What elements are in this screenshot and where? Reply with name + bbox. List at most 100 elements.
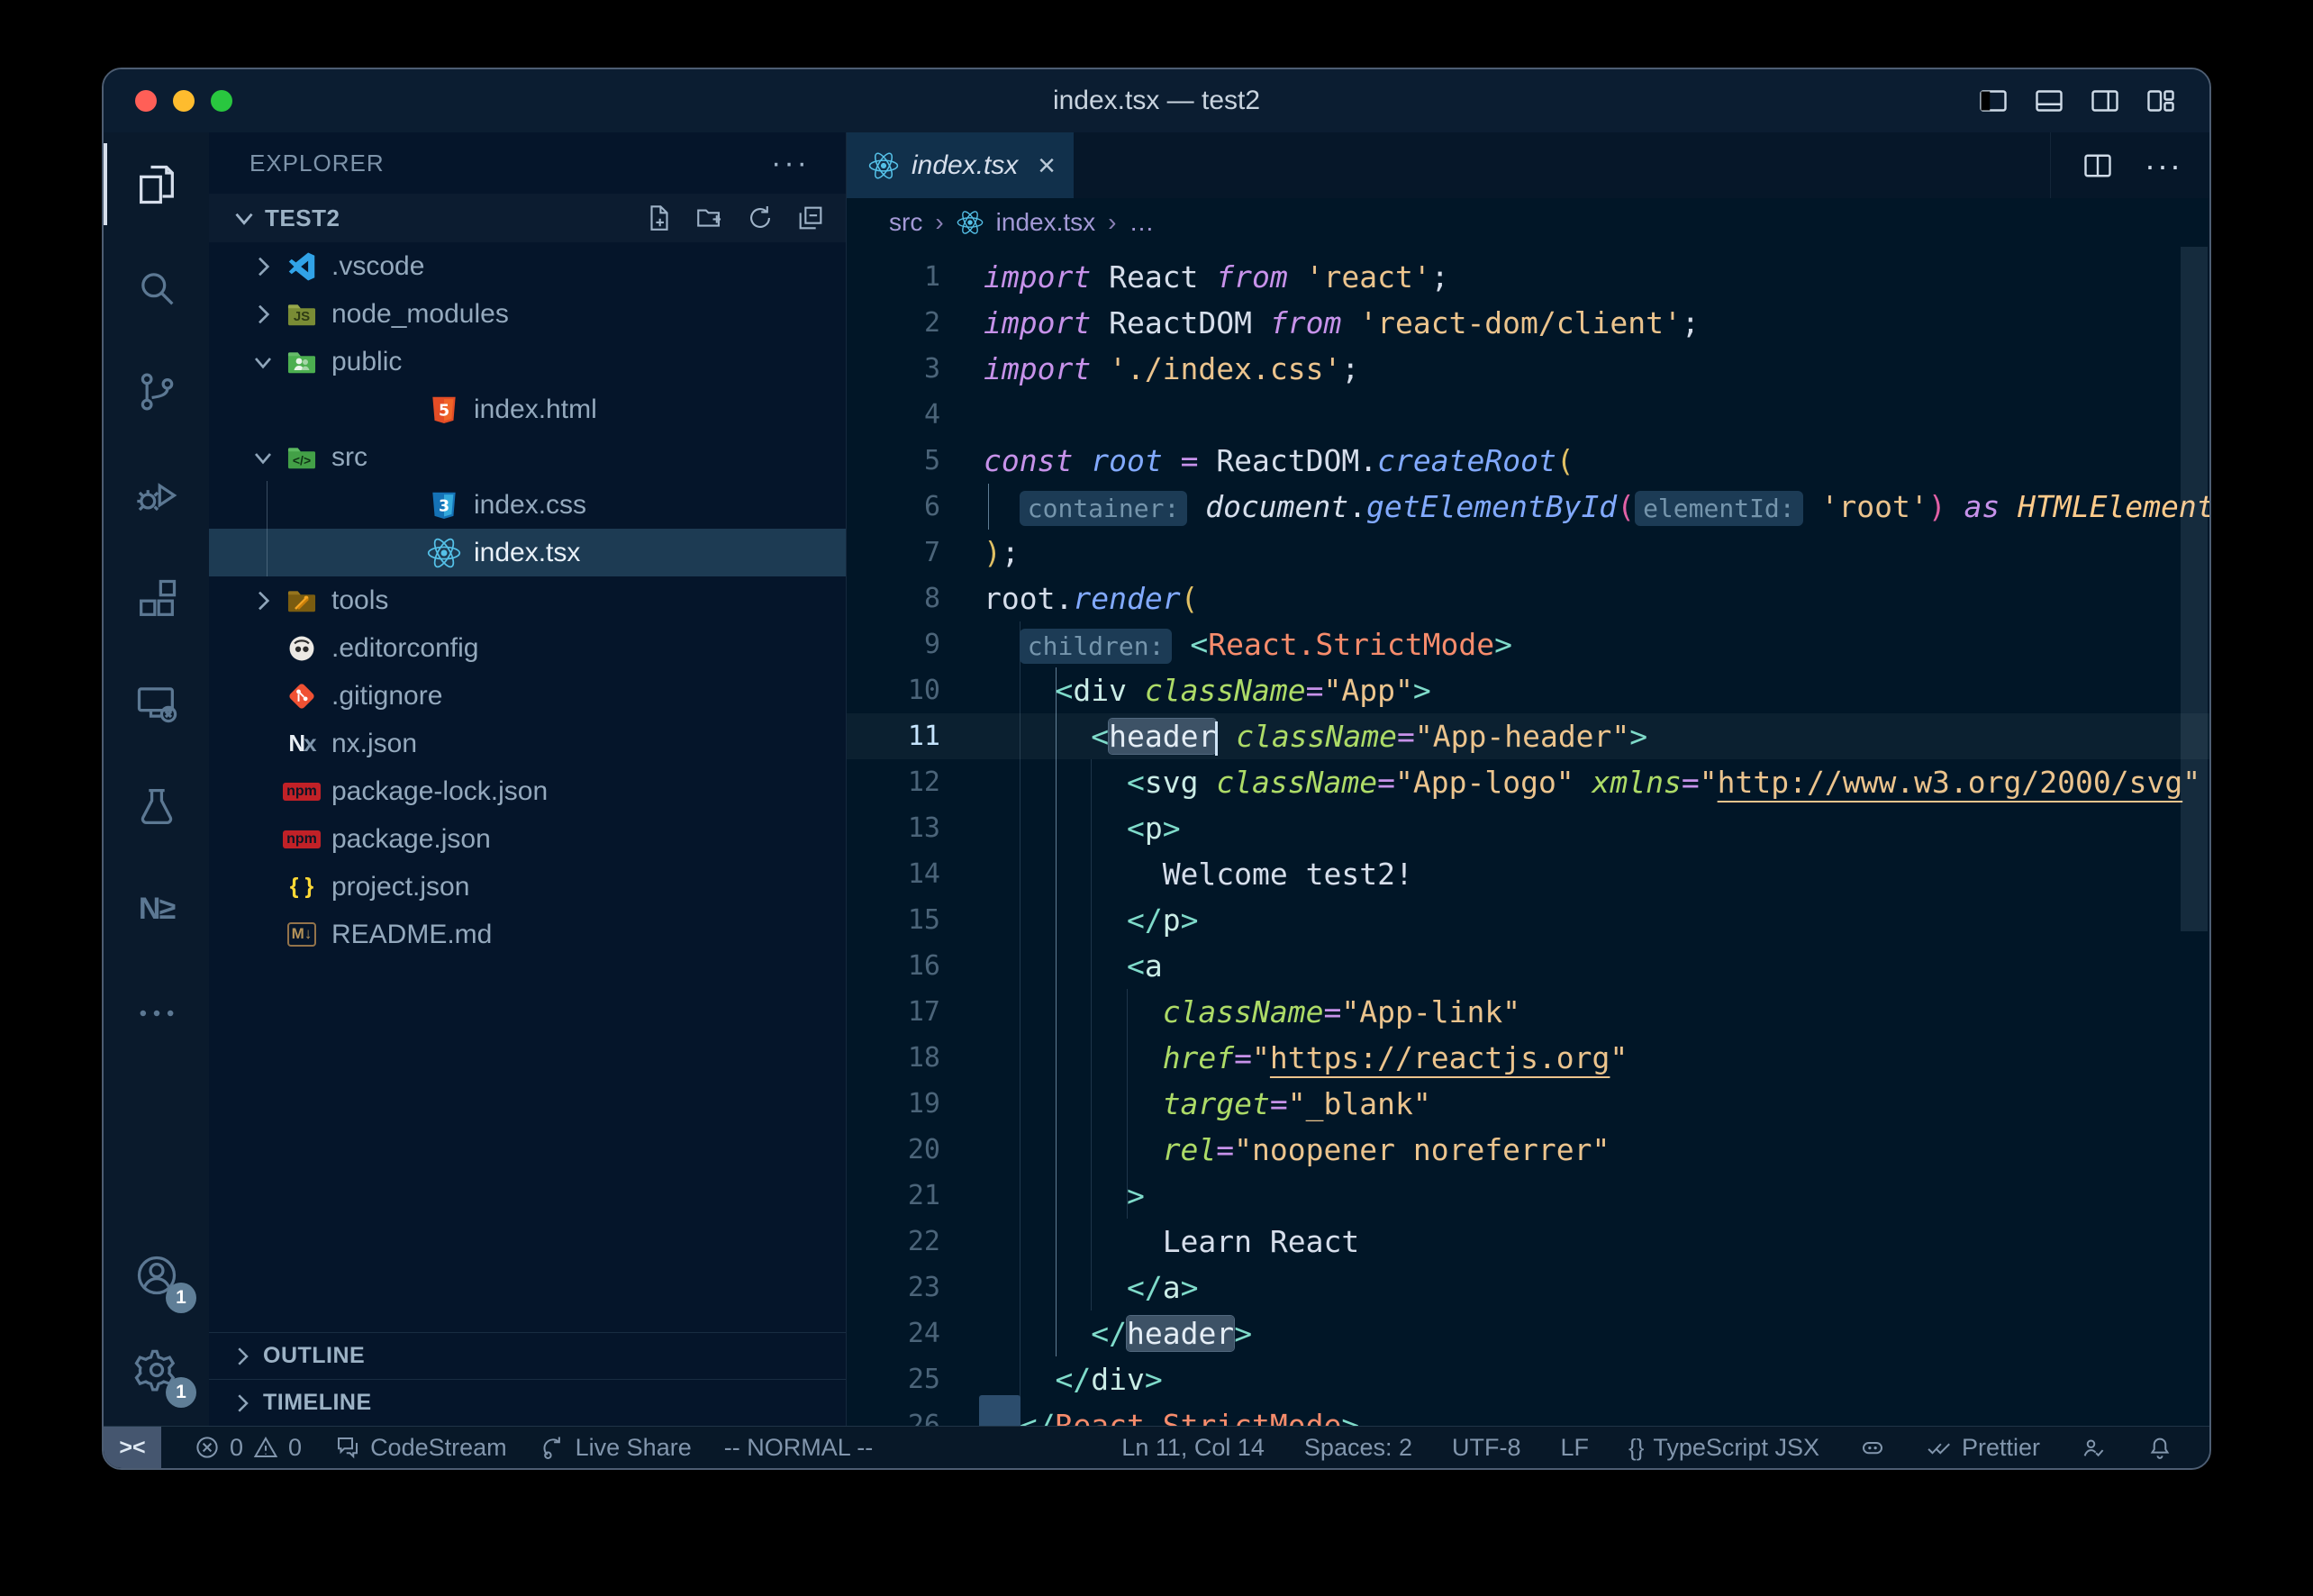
toggle-panel-icon[interactable] xyxy=(2033,85,2065,117)
toggle-sidebar-icon[interactable] xyxy=(1977,85,2009,117)
activity-bar-item-search[interactable] xyxy=(104,236,209,340)
code-line-1[interactable]: 1import React from 'react'; xyxy=(847,254,2209,300)
code-line-22[interactable]: 22 Learn React xyxy=(847,1219,2209,1265)
tree-item-readme-md[interactable]: M↓README.md xyxy=(209,911,846,958)
explorer-more-actions-icon[interactable]: ··· xyxy=(771,146,810,181)
code-line-4[interactable]: 4 xyxy=(847,392,2209,438)
tree-item-label: tools xyxy=(331,585,388,616)
title-bar[interactable]: index.tsx — test2 xyxy=(104,69,2209,132)
code-line-26[interactable]: 26 </React.StrictMode> xyxy=(847,1402,2209,1426)
live-share-status[interactable]: Live Share xyxy=(540,1434,692,1462)
activity-bar-item-extensions[interactable] xyxy=(104,547,209,650)
close-tab-icon[interactable]: × xyxy=(1038,150,1056,181)
tree-item-public[interactable]: public xyxy=(209,338,846,385)
notifications-status[interactable] xyxy=(2146,1434,2173,1461)
activity-bar-item-more-views[interactable] xyxy=(104,961,209,1065)
code-line-21[interactable]: 21 > xyxy=(847,1173,2209,1219)
activity-bar-item-source-control[interactable] xyxy=(104,340,209,443)
code-line-11[interactable]: 11 <header className="App-header"> xyxy=(847,713,2209,759)
code-line-17[interactable]: 17 className="App-link" xyxy=(847,989,2209,1035)
split-editor-icon[interactable] xyxy=(2082,150,2114,182)
tree-item-index-html[interactable]: 5index.html xyxy=(209,385,846,433)
code-line-14[interactable]: 14 Welcome test2! xyxy=(847,851,2209,897)
tree-item-index-tsx[interactable]: index.tsx xyxy=(209,529,846,576)
close-window-button[interactable] xyxy=(135,90,157,112)
tree-item-index-css[interactable]: 3index.css xyxy=(209,481,846,529)
project-section-header[interactable]: TEST2 xyxy=(209,194,846,242)
activity-bar-item-remote-explorer[interactable] xyxy=(104,650,209,754)
folder-tools-file-icon xyxy=(285,584,319,618)
accessibility-status[interactable] xyxy=(2080,1434,2107,1461)
tree-item-project-json[interactable]: { }project.json xyxy=(209,863,846,911)
code-text: href="https://reactjs.org" xyxy=(984,1035,1628,1081)
tree-item--editorconfig[interactable]: .editorconfig xyxy=(209,624,846,672)
code-line-25[interactable]: 25 </div> xyxy=(847,1356,2209,1402)
codestream-status[interactable]: CodeStream xyxy=(334,1434,507,1462)
code-line-8[interactable]: 8root.render( xyxy=(847,576,2209,621)
copilot-status[interactable] xyxy=(1859,1434,1886,1461)
code-line-7[interactable]: 7); xyxy=(847,530,2209,576)
code-line-19[interactable]: 19 target="_blank" xyxy=(847,1081,2209,1127)
tree-item-package-json[interactable]: npmpackage.json xyxy=(209,815,846,863)
tree-item-nx-json[interactable]: Nxnx.json xyxy=(209,720,846,767)
refresh-icon[interactable] xyxy=(745,203,776,233)
activity-bar-item-explorer[interactable] xyxy=(104,132,209,236)
maximize-window-button[interactable] xyxy=(211,90,232,112)
code-line-18[interactable]: 18 href="https://reactjs.org" xyxy=(847,1035,2209,1081)
toggle-secondary-sidebar-icon[interactable] xyxy=(2089,85,2121,117)
editor-more-actions-icon[interactable]: ··· xyxy=(2145,147,2182,185)
code-line-13[interactable]: 13 <p> xyxy=(847,805,2209,851)
language-mode[interactable]: {} TypeScript JSX xyxy=(1628,1434,1819,1462)
tree-item-package-lock-json[interactable]: npmpackage-lock.json xyxy=(209,767,846,815)
line-number: 23 xyxy=(847,1265,940,1310)
activity-bar-item-accounts[interactable]: 1 xyxy=(104,1228,209,1322)
breadcrumb-symbol[interactable]: … xyxy=(1129,208,1154,237)
line-number: 4 xyxy=(847,392,940,438)
editor-scrollbar[interactable] xyxy=(2181,247,2208,931)
tree-item-tools[interactable]: tools xyxy=(209,576,846,624)
code-line-16[interactable]: 16 <a xyxy=(847,943,2209,989)
code-line-12[interactable]: 12 <svg className="App-logo" xmlns="http… xyxy=(847,759,2209,805)
code-line-24[interactable]: 24 </header> xyxy=(847,1310,2209,1356)
code-line-15[interactable]: 15 </p> xyxy=(847,897,2209,943)
code-line-23[interactable]: 23 </a> xyxy=(847,1265,2209,1310)
customize-layout-icon[interactable] xyxy=(2145,85,2177,117)
breadcrumb-folder[interactable]: src xyxy=(889,208,922,237)
outline-section[interactable]: OUTLINE xyxy=(209,1332,846,1379)
tab-index-tsx[interactable]: index.tsx × xyxy=(847,132,1074,198)
code-line-6[interactable]: 6 container: document.getElementById(ele… xyxy=(847,484,2209,530)
tree-item-src[interactable]: </>src xyxy=(209,433,846,481)
activity-bar-item-testing[interactable] xyxy=(104,754,209,857)
code-editor[interactable]: 1import React from 'react';2import React… xyxy=(847,247,2209,1426)
remote-indicator[interactable]: >< xyxy=(104,1427,161,1468)
indentation-setting[interactable]: Spaces: 2 xyxy=(1304,1434,1412,1462)
activity-bar-item-nx-console[interactable]: N≥ xyxy=(104,857,209,961)
timeline-section[interactable]: TIMELINE xyxy=(209,1379,846,1426)
new-folder-icon[interactable] xyxy=(694,203,725,233)
tree-item-node-modules[interactable]: JSnode_modules xyxy=(209,290,846,338)
code-line-20[interactable]: 20 rel="noopener noreferrer" xyxy=(847,1127,2209,1173)
code-line-9[interactable]: 9 children: <React.StrictMode> xyxy=(847,621,2209,667)
tree-item--gitignore[interactable]: .gitignore xyxy=(209,672,846,720)
code-text: Welcome test2! xyxy=(984,851,1413,897)
formatter-status[interactable]: Prettier xyxy=(1926,1434,2040,1462)
tree-item-label: package-lock.json xyxy=(331,776,548,807)
code-text: container: document.getElementById(eleme… xyxy=(984,484,2209,530)
collapse-all-icon[interactable] xyxy=(795,203,826,233)
code-line-10[interactable]: 10 <div className="App"> xyxy=(847,667,2209,713)
folder-src-file-icon: </> xyxy=(285,440,319,475)
activity-bar-item-run-debug[interactable] xyxy=(104,443,209,547)
tree-item--vscode[interactable]: .vscode xyxy=(209,242,846,290)
new-file-icon[interactable] xyxy=(644,203,675,233)
problems-status[interactable]: 0 0 xyxy=(194,1434,302,1462)
minimize-window-button[interactable] xyxy=(173,90,195,112)
code-line-2[interactable]: 2import ReactDOM from 'react-dom/client'… xyxy=(847,300,2209,346)
breadcrumb-file[interactable]: index.tsx xyxy=(996,208,1096,237)
code-line-5[interactable]: 5const root = ReactDOM.createRoot( xyxy=(847,438,2209,484)
code-line-3[interactable]: 3import './index.css'; xyxy=(847,346,2209,392)
eol-setting[interactable]: LF xyxy=(1561,1434,1590,1462)
encoding-setting[interactable]: UTF-8 xyxy=(1452,1434,1521,1462)
vim-mode-indicator[interactable]: -- NORMAL -- xyxy=(724,1434,873,1462)
activity-bar-item-settings[interactable]: 1 xyxy=(104,1322,209,1417)
cursor-position[interactable]: Ln 11, Col 14 xyxy=(1121,1434,1265,1462)
